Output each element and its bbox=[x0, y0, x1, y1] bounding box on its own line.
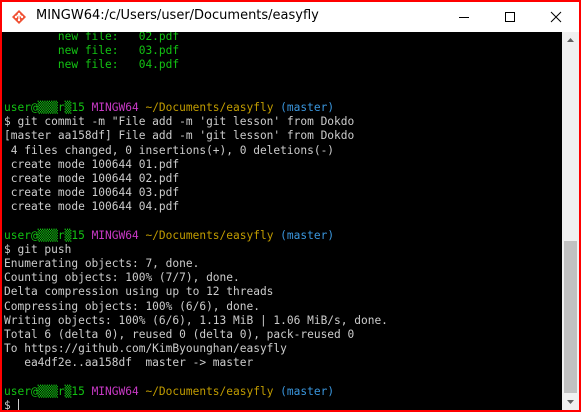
close-button[interactable] bbox=[533, 2, 579, 32]
terminal-line: 4 files changed, 0 insertions(+), 0 dele… bbox=[4, 144, 388, 158]
terminal-line: user@▒▒▒r▒15 MINGW64 ~/Documents/easyfly… bbox=[4, 229, 388, 243]
terminal-line: create mode 100644 04.pdf bbox=[4, 200, 388, 214]
terminal-text: Counting objects: 100% (7/7), done. bbox=[4, 271, 240, 285]
terminal-text: create mode 100644 02.pdf bbox=[4, 171, 180, 185]
scroll-up-arrow-icon bbox=[567, 38, 574, 42]
terminal-text: (master) bbox=[273, 228, 335, 242]
terminal-text: create mode 100644 04.pdf bbox=[4, 200, 180, 214]
terminal-line: Compressing objects: 100% (6/6), done. bbox=[4, 300, 388, 314]
terminal-text: Writing objects: 100% (6/6), 1.13 MiB | … bbox=[4, 313, 388, 327]
vertical-scrollbar[interactable] bbox=[562, 32, 579, 410]
terminal-line: ea4df2e..aa158df master -> master bbox=[4, 356, 388, 370]
terminal-line: [master aa158df] File add -m 'git lesson… bbox=[4, 129, 388, 143]
close-icon bbox=[550, 11, 562, 23]
terminal-line: new file: 04.pdf bbox=[4, 58, 388, 72]
terminal-text: user@▒▒▒r▒15 bbox=[4, 384, 92, 398]
mingw-icon bbox=[11, 9, 27, 25]
terminal-line: create mode 100644 01.pdf bbox=[4, 158, 388, 172]
terminal-text: ea4df2e..aa158df master -> master bbox=[4, 356, 254, 370]
maximize-icon bbox=[505, 12, 515, 22]
terminal-line: user@▒▒▒r▒15 MINGW64 ~/Documents/easyfly… bbox=[4, 101, 388, 115]
maximize-button[interactable] bbox=[487, 2, 533, 32]
terminal-line: Writing objects: 100% (6/6), 1.13 MiB | … bbox=[4, 314, 388, 328]
terminal-text: new file: 04.pdf bbox=[4, 58, 180, 72]
terminal-text: Enumerating objects: 7, done. bbox=[4, 257, 200, 270]
terminal-line: create mode 100644 03.pdf bbox=[4, 186, 388, 200]
terminal-line: user@▒▒▒r▒15 MINGW64 ~/Documents/easyfly… bbox=[4, 385, 388, 399]
terminal-text: (master) bbox=[273, 384, 335, 398]
scrollbar-thumb[interactable] bbox=[564, 241, 577, 393]
terminal-text: $ git commit -m "File add -m 'git lesson… bbox=[4, 115, 355, 129]
terminal-line: $ git push bbox=[4, 243, 388, 257]
terminal-output[interactable]: new file: 02.pdf new file: 03.pdf new fi… bbox=[2, 32, 562, 410]
terminal-line: To https://github.com/KimByounghan/easyf… bbox=[4, 342, 388, 356]
terminal-text: Delta compression using up to 12 threads bbox=[4, 285, 274, 299]
terminal-text: user@▒▒▒r▒15 bbox=[4, 228, 92, 242]
terminal-line: $ bbox=[4, 398, 388, 410]
terminal-line: new file: 03.pdf bbox=[4, 44, 388, 58]
text-cursor bbox=[18, 398, 20, 410]
terminal-line: Total 6 (delta 0), reused 0 (delta 0), p… bbox=[4, 328, 388, 342]
terminal-line: Counting objects: 100% (7/7), done. bbox=[4, 271, 388, 285]
terminal-text: MINGW64 bbox=[91, 100, 146, 114]
terminal-text: Compressing objects: 100% (6/6), done. bbox=[4, 299, 260, 313]
terminal-text: create mode 100644 01.pdf bbox=[4, 157, 180, 171]
terminal-text: new file: 03.pdf bbox=[4, 44, 180, 58]
terminal-line: create mode 100644 02.pdf bbox=[4, 172, 388, 186]
window-title: MINGW64:/c/Users/user/Documents/easyfly bbox=[36, 8, 319, 23]
terminal-text: ~/Documents/easyfly bbox=[145, 100, 274, 114]
terminal-text: [master aa158df] File add -m 'git lesson… bbox=[4, 129, 355, 143]
terminal-text: Total 6 (delta 0), reused 0 (delta 0), p… bbox=[4, 327, 355, 341]
terminal-text: create mode 100644 03.pdf bbox=[4, 186, 180, 200]
title-bar[interactable]: MINGW64:/c/Users/user/Documents/easyfly bbox=[2, 2, 579, 32]
terminal-line: Delta compression using up to 12 threads bbox=[4, 285, 388, 299]
terminal-text: To https://github.com/KimByounghan/easyf… bbox=[4, 342, 287, 356]
terminal-line: Enumerating objects: 7, done. bbox=[4, 257, 388, 271]
terminal-text: user@▒▒▒r▒15 bbox=[4, 100, 92, 114]
terminal-line: $ git commit -m "File add -m 'git lesson… bbox=[4, 115, 388, 129]
scroll-down-arrow-icon bbox=[567, 400, 574, 404]
terminal-line: new file: 02.pdf bbox=[4, 32, 388, 44]
scroll-down-button[interactable] bbox=[562, 393, 579, 410]
terminal-text: MINGW64 bbox=[91, 384, 146, 398]
terminal-text: $ bbox=[4, 398, 18, 410]
terminal-lines: new file: 02.pdf new file: 03.pdf new fi… bbox=[4, 32, 388, 410]
terminal-text: new file: 02.pdf bbox=[4, 32, 180, 43]
terminal-text: MINGW64 bbox=[91, 228, 146, 242]
terminal-text: (master) bbox=[273, 100, 335, 114]
scroll-up-button[interactable] bbox=[562, 32, 579, 49]
terminal-text: $ git push bbox=[4, 242, 72, 256]
terminal-text: ~/Documents/easyfly bbox=[145, 384, 274, 398]
terminal-text: 4 files changed, 0 insertions(+), 0 dele… bbox=[4, 143, 335, 157]
minimize-button[interactable] bbox=[441, 2, 487, 32]
terminal-text: ~/Documents/easyfly bbox=[145, 228, 274, 242]
minimize-icon bbox=[459, 17, 469, 18]
terminal-window: MINGW64:/c/Users/user/Documents/easyfly … bbox=[0, 0, 581, 412]
